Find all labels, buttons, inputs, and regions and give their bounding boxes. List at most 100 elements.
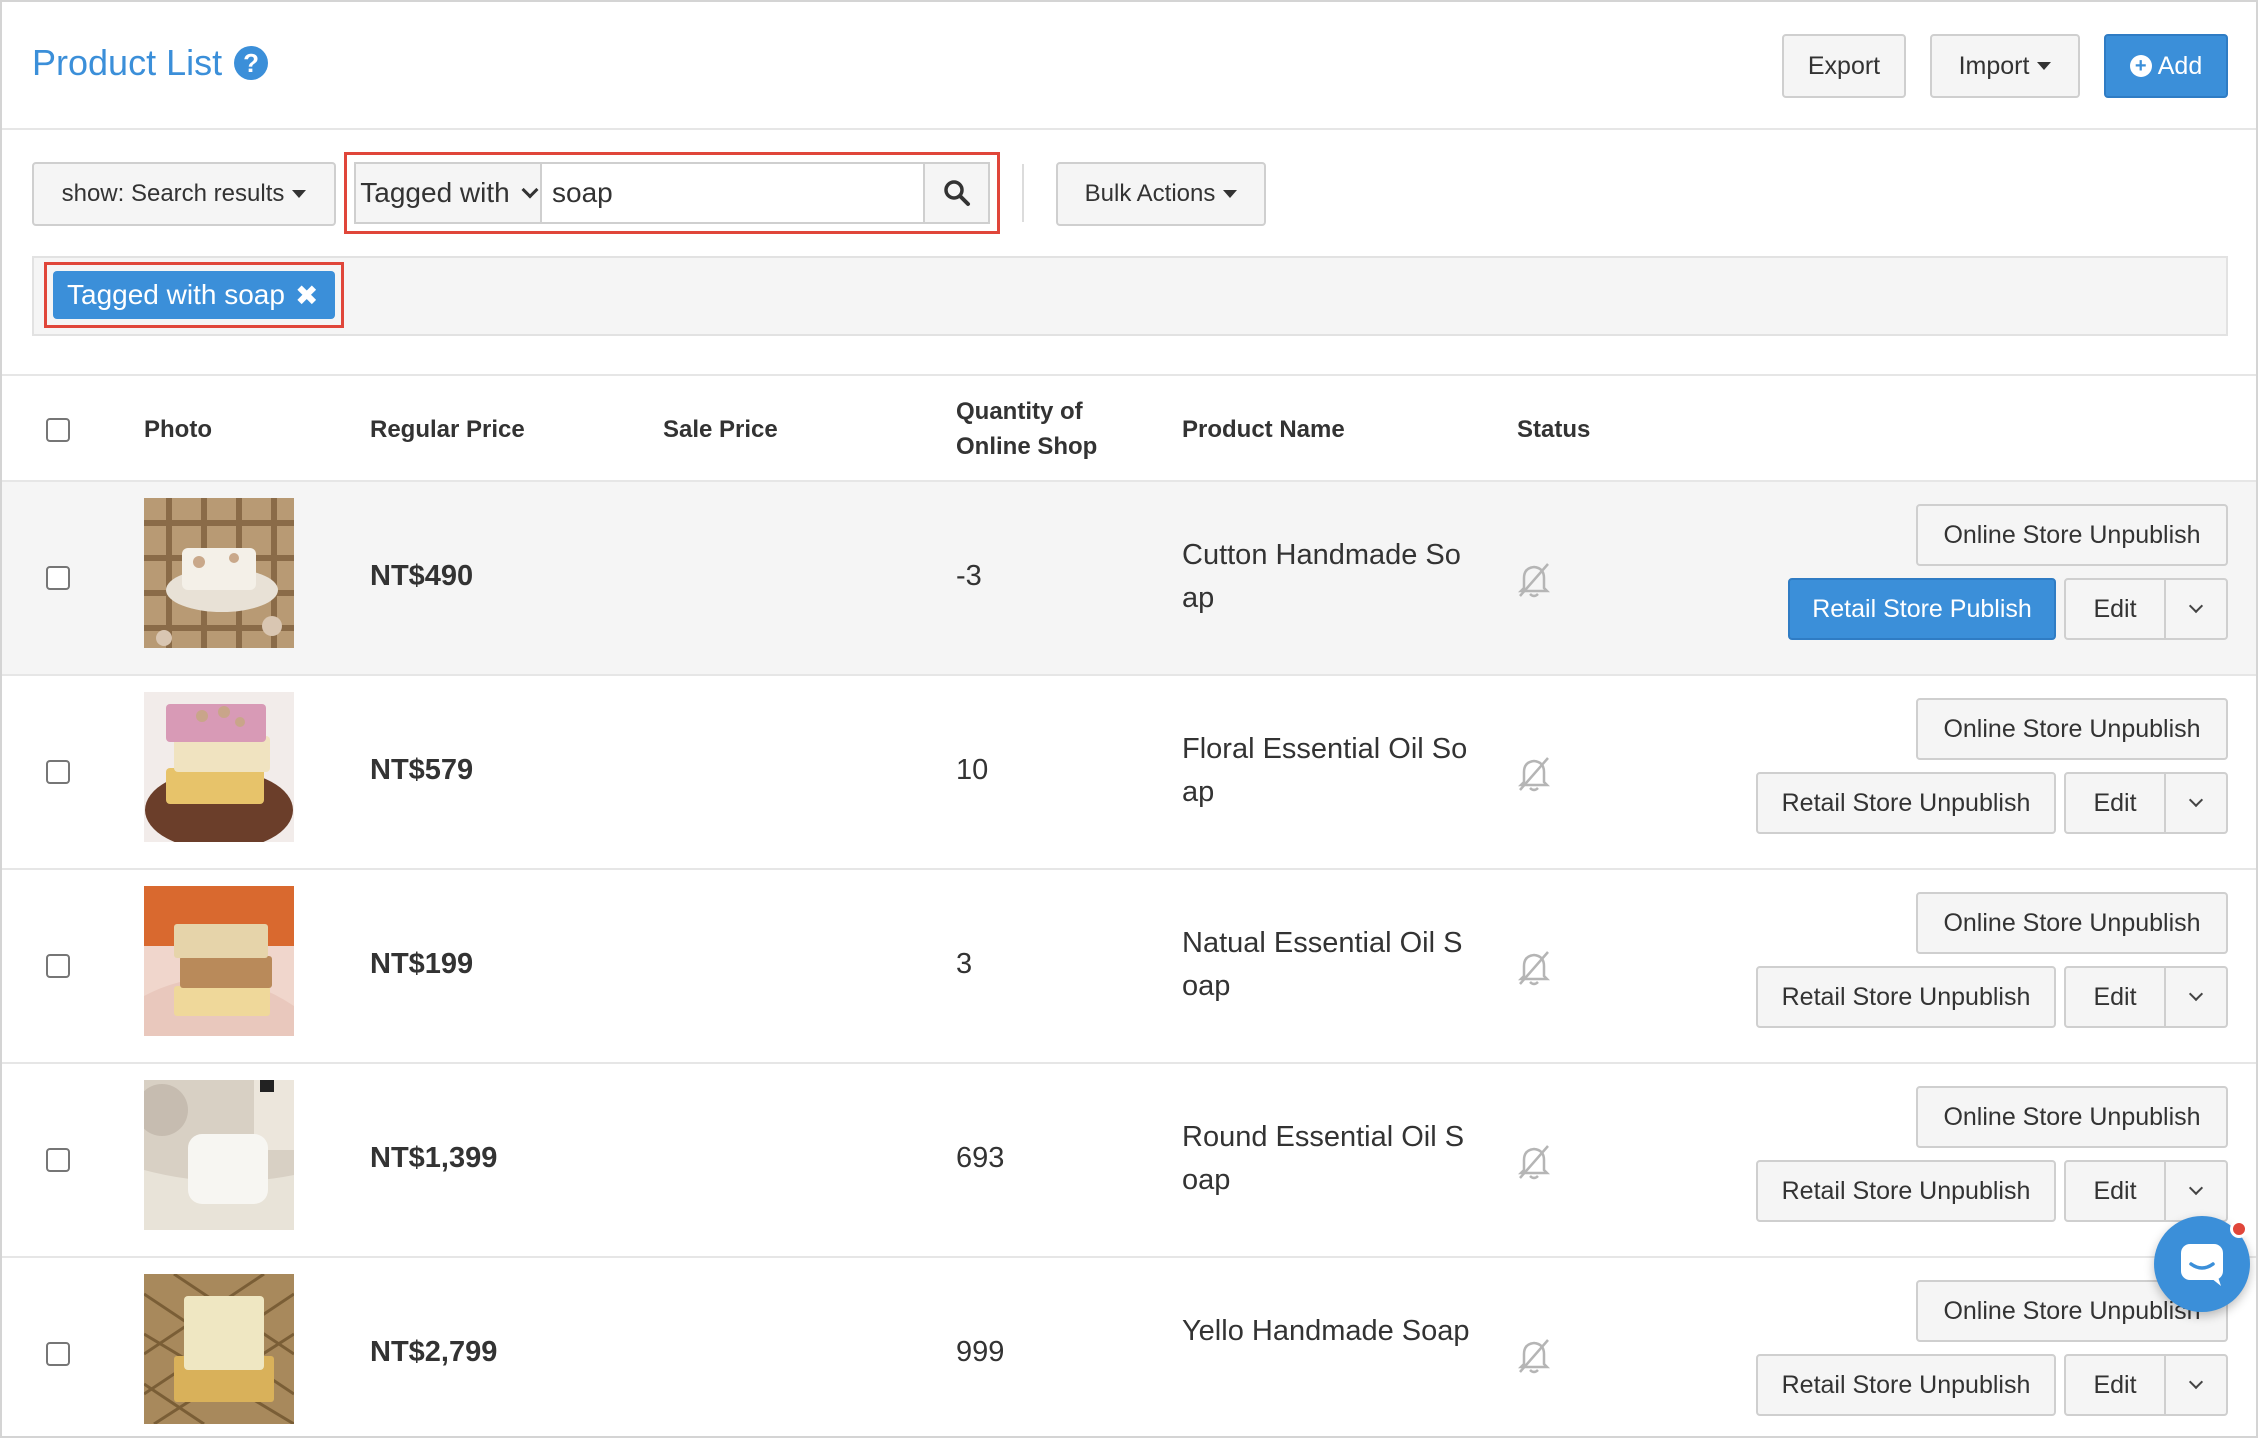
filter-bar: show: Search results Tagged with soap Bu… xyxy=(2,132,2256,382)
online-store-unpublish-button[interactable]: Online Store Unpublish xyxy=(1916,698,2228,760)
regular-price: NT$579 xyxy=(370,754,474,786)
product-name[interactable]: Cutton Handmade Soap xyxy=(1182,534,1472,620)
product-list-page: Product List ? Export Import + Add show:… xyxy=(0,0,2258,1438)
page-title-text: Product List xyxy=(32,42,223,83)
export-button-label: Export xyxy=(1807,51,1881,80)
edit-button[interactable]: Edit xyxy=(2064,1354,2166,1416)
plus-circle-icon: + xyxy=(2129,55,2152,77)
edit-dropdown-toggle[interactable] xyxy=(2164,1160,2228,1222)
add-button[interactable]: + Add xyxy=(2104,34,2228,98)
product-photo[interactable] xyxy=(144,692,294,842)
bell-off-icon xyxy=(1517,757,1551,792)
col-header-photo: Photo xyxy=(144,416,212,443)
product-name[interactable]: Round Essential Oil Soap xyxy=(1182,1116,1472,1202)
retail-store-publish-button[interactable]: Retail Store Publish xyxy=(1788,578,2056,640)
remove-filter-icon[interactable]: ✖ xyxy=(295,279,318,312)
col-header-sale-price: Sale Price xyxy=(663,416,778,443)
retail-store-unpublish-button[interactable]: Retail Store Unpublish xyxy=(1756,1160,2056,1222)
active-filters-area: Tagged with soap ✖ xyxy=(32,256,2228,336)
active-filter-chip-label: Tagged with soap xyxy=(67,279,285,310)
table-header: Photo Regular Price Sale Price Quantity … xyxy=(2,374,2256,482)
search-type-select[interactable]: Tagged with xyxy=(356,164,542,222)
search-input[interactable] xyxy=(542,164,923,222)
col-header-status: Status xyxy=(1517,416,1591,443)
chevron-down-icon xyxy=(2188,986,2204,1002)
bell-off-icon xyxy=(1517,1145,1551,1180)
product-name[interactable]: Yello Handmade Soap xyxy=(1182,1310,1472,1353)
row-checkbox[interactable] xyxy=(46,760,70,784)
edit-button-label: Edit xyxy=(2093,594,2137,623)
select-all-checkbox[interactable] xyxy=(46,418,70,442)
edit-dropdown-toggle[interactable] xyxy=(2164,966,2228,1028)
help-icon[interactable]: ? xyxy=(234,46,269,80)
product-photo[interactable] xyxy=(144,886,294,1036)
edit-button-label: Edit xyxy=(2093,788,2137,817)
active-filter-highlight: Tagged with soap ✖ xyxy=(44,262,344,328)
chevron-down-icon xyxy=(2188,792,2204,808)
online-store-unpublish-button[interactable]: Online Store Unpublish xyxy=(1916,1086,2228,1148)
product-name[interactable]: Natual Essential Oil Soap xyxy=(1182,922,1472,1008)
online-quantity: 999 xyxy=(956,1336,1005,1368)
edit-button-label: Edit xyxy=(2093,1370,2137,1399)
product-photo[interactable] xyxy=(144,1274,294,1424)
retail-store-button-label: Retail Store Unpublish xyxy=(1781,1370,2031,1399)
table-row: NT$1,399 693 Round Essential Oil Soap On… xyxy=(2,1064,2256,1258)
retail-store-unpublish-button[interactable]: Retail Store Unpublish xyxy=(1756,966,2056,1028)
bulk-actions-button[interactable]: Bulk Actions xyxy=(1056,162,1266,226)
retail-store-unpublish-button[interactable]: Retail Store Unpublish xyxy=(1756,1354,2056,1416)
search-group-highlight: Tagged with xyxy=(344,152,1000,234)
edit-button[interactable]: Edit xyxy=(2064,966,2166,1028)
bell-off-icon xyxy=(1517,951,1551,986)
edit-dropdown-toggle[interactable] xyxy=(2164,772,2228,834)
online-store-unpublish-button[interactable]: Online Store Unpublish xyxy=(1916,892,2228,954)
product-photo-image xyxy=(144,692,294,842)
search-button[interactable] xyxy=(923,164,988,222)
row-checkbox[interactable] xyxy=(46,954,70,978)
search-type-label: Tagged with xyxy=(360,177,510,208)
row-checkbox[interactable] xyxy=(46,566,70,590)
notification-dot xyxy=(2230,1220,2248,1238)
search-icon xyxy=(943,180,970,206)
page-header: Product List ? Export Import + Add xyxy=(2,2,2256,130)
row-checkbox[interactable] xyxy=(46,1342,70,1366)
regular-price: NT$1,399 xyxy=(370,1142,498,1174)
caret-down-icon xyxy=(2037,62,2052,70)
active-filter-chip: Tagged with soap ✖ xyxy=(53,271,335,319)
table-row: NT$2,799 999 Yello Handmade Soap Online … xyxy=(2,1258,2256,1436)
regular-price: NT$199 xyxy=(370,948,474,980)
product-photo-image xyxy=(144,886,294,1036)
retail-store-button-label: Retail Store Unpublish xyxy=(1781,788,2031,817)
product-photo-image xyxy=(144,1274,294,1424)
export-button[interactable]: Export xyxy=(1782,34,1906,98)
retail-store-button-label: Retail Store Unpublish xyxy=(1781,982,2031,1011)
show-filter-select[interactable]: show: Search results xyxy=(32,162,336,226)
chat-launcher-button[interactable] xyxy=(2154,1216,2250,1312)
table-row: NT$490 -3 Cutton Handmade Soap Online St… xyxy=(2,482,2256,676)
toolbar-divider xyxy=(1022,164,1024,222)
product-photo[interactable] xyxy=(144,1080,294,1230)
bell-off-icon xyxy=(1517,563,1551,598)
retail-store-button-label: Retail Store Publish xyxy=(1812,594,2032,623)
edit-dropdown-toggle[interactable] xyxy=(2164,578,2228,640)
row-checkbox[interactable] xyxy=(46,1148,70,1172)
import-button-label: Import xyxy=(1958,51,2030,80)
edit-button[interactable]: Edit xyxy=(2064,1160,2166,1222)
edit-dropdown-toggle[interactable] xyxy=(2164,1354,2228,1416)
regular-price: NT$490 xyxy=(370,560,474,592)
chevron-down-icon xyxy=(2188,598,2204,614)
product-name[interactable]: Floral Essential Oil Soap xyxy=(1182,728,1472,814)
edit-button[interactable]: Edit xyxy=(2064,578,2166,640)
edit-button-label: Edit xyxy=(2093,982,2137,1011)
edit-button[interactable]: Edit xyxy=(2064,772,2166,834)
col-header-quantity-line2: Online Shop xyxy=(956,433,1098,460)
product-photo-image xyxy=(144,1080,294,1230)
col-header-quantity-line1: Quantity of xyxy=(956,398,1083,425)
product-photo-image xyxy=(144,498,294,648)
table-row: NT$199 3 Natual Essential Oil Soap Onlin… xyxy=(2,870,2256,1064)
product-photo[interactable] xyxy=(144,498,294,648)
retail-store-unpublish-button[interactable]: Retail Store Unpublish xyxy=(1756,772,2056,834)
import-button[interactable]: Import xyxy=(1930,34,2080,98)
online-quantity: 693 xyxy=(956,1142,1005,1174)
online-store-unpublish-button[interactable]: Online Store Unpublish xyxy=(1916,504,2228,566)
col-header-quantity: Quantity of Online Shop xyxy=(956,394,1097,464)
